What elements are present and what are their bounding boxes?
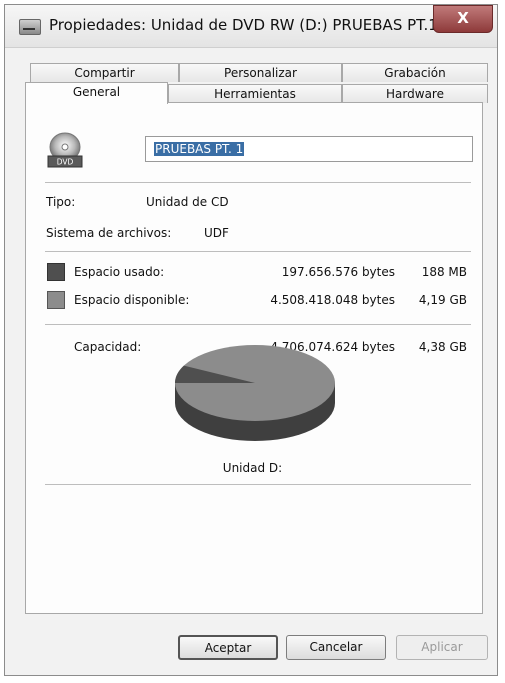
used-space-size: 188 MB — [421, 265, 467, 279]
close-button[interactable]: X — [433, 5, 493, 33]
tab-personalizar[interactable]: Personalizar — [179, 63, 342, 82]
separator — [45, 251, 471, 252]
drive-label: Unidad D: — [222, 461, 283, 475]
free-space-label: Espacio disponible: — [74, 293, 190, 307]
tab-grabacion[interactable]: Grabación — [342, 63, 488, 82]
separator — [45, 484, 471, 485]
tab-general[interactable]: General — [25, 82, 168, 104]
used-space-label: Espacio usado: — [74, 265, 165, 279]
volume-name-text: PRUEBAS PT. 1 — [154, 142, 245, 156]
free-space-bytes: 4.508.418.048 bytes — [270, 293, 395, 307]
filesystem-label: Sistema de archivos: — [46, 226, 172, 240]
dvd-icon-label: DVD — [57, 158, 74, 167]
window-title: Propiedades: Unidad de DVD RW (D:) PRUEB… — [49, 16, 438, 34]
apply-button[interactable]: Aplicar — [396, 635, 488, 660]
filesystem-value: UDF — [204, 226, 229, 240]
separator — [45, 324, 471, 325]
separator — [45, 182, 471, 183]
capacity-label: Capacidad: — [74, 340, 142, 354]
used-space-swatch — [47, 263, 65, 281]
drive-icon — [19, 19, 41, 35]
tab-compartir[interactable]: Compartir — [30, 63, 179, 82]
tab-hardware[interactable]: Hardware — [342, 84, 488, 103]
volume-name-input[interactable]: PRUEBAS PT. 1 — [145, 136, 473, 162]
cancel-button[interactable]: Cancelar — [286, 635, 386, 660]
free-space-size: 4,19 GB — [418, 293, 467, 307]
free-space-swatch — [47, 291, 65, 309]
type-value: Unidad de CD — [146, 195, 229, 209]
tab-herramientas[interactable]: Herramientas — [168, 84, 342, 103]
used-space-bytes: 197.656.576 bytes — [281, 265, 395, 279]
type-label: Tipo: — [46, 195, 76, 209]
disk-usage-pie — [175, 345, 335, 441]
dvd-drive-icon: DVD — [47, 132, 83, 168]
title-bar[interactable]: Propiedades: Unidad de DVD RW (D:) PRUEB… — [5, 5, 497, 48]
capacity-size: 4,38 GB — [418, 340, 467, 354]
ok-button[interactable]: Aceptar — [178, 635, 278, 660]
